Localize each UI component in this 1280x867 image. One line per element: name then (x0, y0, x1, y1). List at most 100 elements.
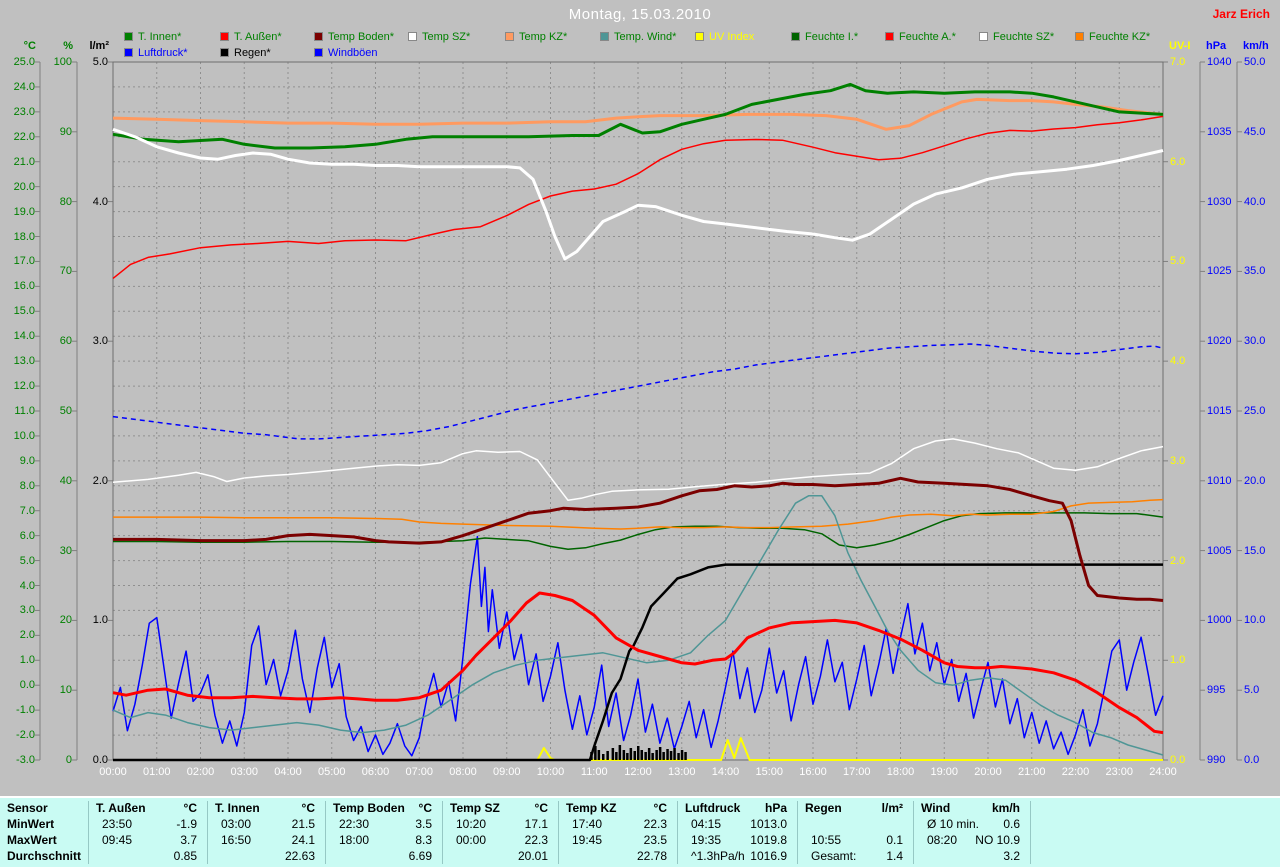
kmh-tick-label: 30.0 (1244, 335, 1280, 347)
uv-tick-label: 3.0 (1170, 455, 1214, 467)
celsius-tick-label: 7.0 (0, 505, 35, 517)
celsius-tick-label: 12.0 (0, 380, 35, 392)
table-column-divider (558, 801, 559, 864)
rain-tick (670, 751, 673, 760)
rain-tick (648, 748, 651, 760)
time-tick-label: 16:00 (791, 766, 835, 778)
time-tick-label: 15:00 (747, 766, 791, 778)
table-column-divider (913, 801, 914, 864)
table-value: 6.69 (333, 849, 432, 864)
uv-tick-label: 1.0 (1170, 654, 1214, 666)
table-value: 22.3 (450, 833, 548, 848)
table-row-label: MaxWert (7, 833, 57, 848)
time-tick-label: 09:00 (485, 766, 529, 778)
kmh-tick-label: 35.0 (1244, 265, 1280, 277)
kmh-tick-label: 10.0 (1244, 614, 1280, 626)
rain-tick (619, 745, 622, 760)
table-value: 8.3 (333, 833, 432, 848)
rain-tick (602, 754, 605, 760)
rain-tick (634, 751, 637, 760)
table-value: 3.7 (96, 833, 197, 848)
uv-tick-label: 6.0 (1170, 156, 1214, 168)
celsius-tick-label: 9.0 (0, 455, 35, 467)
kmh-tick-label: 45.0 (1244, 126, 1280, 138)
rain-tick (630, 748, 633, 760)
rain-tick (659, 747, 662, 760)
rain-tick (651, 753, 654, 760)
celsius-tick-label: -2.0 (0, 729, 35, 741)
rain-tick (594, 746, 597, 760)
table-column-divider (442, 801, 443, 864)
celsius-tick-label: 23.0 (0, 106, 35, 118)
table-column-divider (797, 801, 798, 864)
table-value: 3.5 (333, 817, 432, 832)
percent-tick-label: 70 (28, 265, 72, 277)
percent-tick-label: 10 (28, 684, 72, 696)
table-value: 1.4 (805, 849, 903, 864)
table-value: 20.01 (450, 849, 548, 864)
rain-tick (673, 748, 676, 760)
rain-tick (590, 752, 593, 760)
time-tick-label: 07:00 (397, 766, 441, 778)
table-value: 21.5 (215, 817, 315, 832)
rain-tick (623, 750, 626, 760)
table-value: 23.5 (566, 833, 667, 848)
table-column-divider (677, 801, 678, 864)
kmh-tick-label: 40.0 (1244, 196, 1280, 208)
table-sensor-unit: °C (96, 801, 197, 816)
time-tick-label: 11:00 (572, 766, 616, 778)
lm2-tick-label: 1.0 (64, 614, 108, 626)
celsius-tick-label: 10.0 (0, 430, 35, 442)
table-row-label: Durchschnitt (7, 849, 81, 864)
time-tick-label: 05:00 (310, 766, 354, 778)
rain-tick (655, 750, 658, 760)
grid-lines (113, 62, 1163, 760)
celsius-tick-label: 21.0 (0, 156, 35, 168)
percent-tick-label: 50 (28, 405, 72, 417)
table-value: 22.63 (215, 849, 315, 864)
lm2-tick-label: 4.0 (64, 196, 108, 208)
celsius-tick-label: 6.0 (0, 530, 35, 542)
rain-tick (615, 752, 618, 760)
rain-tick (626, 753, 629, 760)
table-value: 0.85 (96, 849, 197, 864)
time-tick-label: 20:00 (966, 766, 1010, 778)
table-sensor-unit: l/m² (805, 801, 903, 816)
table-value: 3.2 (921, 849, 1020, 864)
rain-tick (644, 752, 647, 760)
table-value: 17.1 (450, 817, 548, 832)
time-tick-label: 14:00 (704, 766, 748, 778)
kmh-tick-label: 25.0 (1244, 405, 1280, 417)
celsius-tick-label: -1.0 (0, 704, 35, 716)
table-sensor-unit: °C (566, 801, 667, 816)
time-tick-label: 19:00 (922, 766, 966, 778)
rain-tick (637, 746, 640, 760)
time-tick-label: 23:00 (1097, 766, 1141, 778)
percent-tick-label: 30 (28, 545, 72, 557)
table-sensor-unit: hPa (685, 801, 787, 816)
table-value: 22.3 (566, 817, 667, 832)
time-tick-label: 18:00 (879, 766, 923, 778)
time-tick-label: 21:00 (1010, 766, 1054, 778)
table-value: 0.1 (805, 833, 903, 848)
celsius-tick-label: 24.0 (0, 81, 35, 93)
lm2-tick-label: 0.0 (64, 754, 108, 766)
table-column-divider (325, 801, 326, 864)
table-sensor-unit: km/h (921, 801, 1020, 816)
time-tick-label: 02:00 (179, 766, 223, 778)
table-value: -1.9 (96, 817, 197, 832)
table-value: 1016.9 (685, 849, 787, 864)
rain-tick (677, 753, 680, 760)
lm2-tick-label: 3.0 (64, 335, 108, 347)
kmh-tick-label: 20.0 (1244, 475, 1280, 487)
time-tick-label: 17:00 (835, 766, 879, 778)
table-row-label: Sensor (7, 801, 48, 816)
table-row-label: MinWert (7, 817, 54, 832)
kmh-tick-label: 5.0 (1244, 684, 1280, 696)
rain-tick (598, 750, 601, 760)
table-sensor-unit: °C (333, 801, 432, 816)
celsius-tick-label: 20.0 (0, 181, 35, 193)
table-value: 1019.8 (685, 833, 787, 848)
rain-tick (606, 751, 609, 760)
rain-tick (641, 750, 644, 760)
